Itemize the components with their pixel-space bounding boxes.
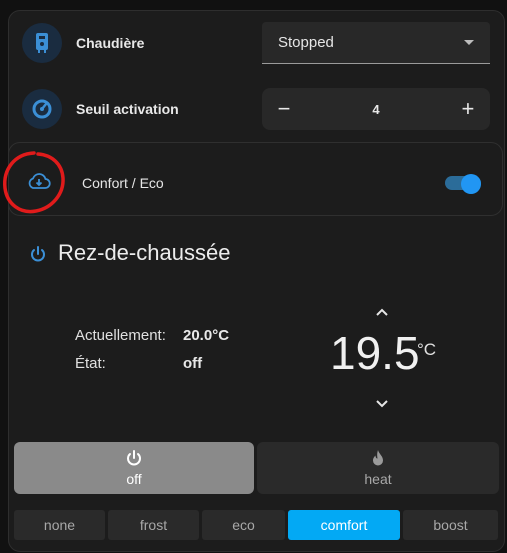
state-label: État: <box>75 355 106 372</box>
temperature-unit: °C <box>417 340 437 359</box>
red-annotation-circle <box>3 151 65 214</box>
preset-eco-label: eco <box>232 517 255 533</box>
preset-comfort-label: comfort <box>320 517 368 533</box>
preset-none-button[interactable]: none <box>14 510 105 540</box>
increment-button[interactable]: + <box>458 98 478 120</box>
power-icon[interactable] <box>29 245 47 268</box>
power-icon <box>127 450 141 466</box>
preset-comfort-button[interactable]: comfort <box>288 510 400 540</box>
toggle-knob[interactable] <box>461 174 481 194</box>
preset-frost-label: frost <box>139 517 168 533</box>
threshold-label: Seuil activation <box>76 101 179 117</box>
preset-boost-button[interactable]: boost <box>403 510 498 540</box>
decrement-button[interactable]: − <box>274 98 294 120</box>
mode-off-button[interactable]: off <box>14 442 254 494</box>
boiler-row: Chaudière <box>22 23 144 63</box>
threshold-value: 4 <box>372 101 380 117</box>
target-temperature: 19.5 <box>330 327 420 379</box>
preset-frost-button[interactable]: frost <box>108 510 199 540</box>
chevron-up-icon[interactable] <box>375 304 389 322</box>
boiler-select[interactable]: Stopped <box>262 22 490 64</box>
mode-off-label: off <box>126 471 142 487</box>
flame-icon <box>373 450 383 466</box>
gauge-icon <box>22 89 62 129</box>
mode-heat-label: heat <box>364 471 392 487</box>
current-label: Actuellement: <box>75 327 166 344</box>
state-value: off <box>183 355 203 372</box>
boiler-icon <box>22 23 62 63</box>
caret-down-icon <box>464 39 474 45</box>
comfort-eco-label: Confort / Eco <box>82 175 164 191</box>
chevron-down-icon[interactable] <box>375 396 389 414</box>
thermostat-name: Rez-de-chaussée <box>58 240 231 265</box>
threshold-stepper: − 4 + <box>262 88 490 130</box>
preset-none-label: none <box>43 517 76 533</box>
preset-eco-button[interactable]: eco <box>202 510 285 540</box>
boiler-select-value: Stopped <box>278 34 334 51</box>
threshold-row: Seuil activation <box>22 89 179 129</box>
current-value: 20.0°C <box>183 327 230 344</box>
mode-heat-button[interactable]: heat <box>257 442 499 494</box>
preset-boost-label: boost <box>433 517 468 533</box>
boiler-label: Chaudière <box>76 35 145 51</box>
